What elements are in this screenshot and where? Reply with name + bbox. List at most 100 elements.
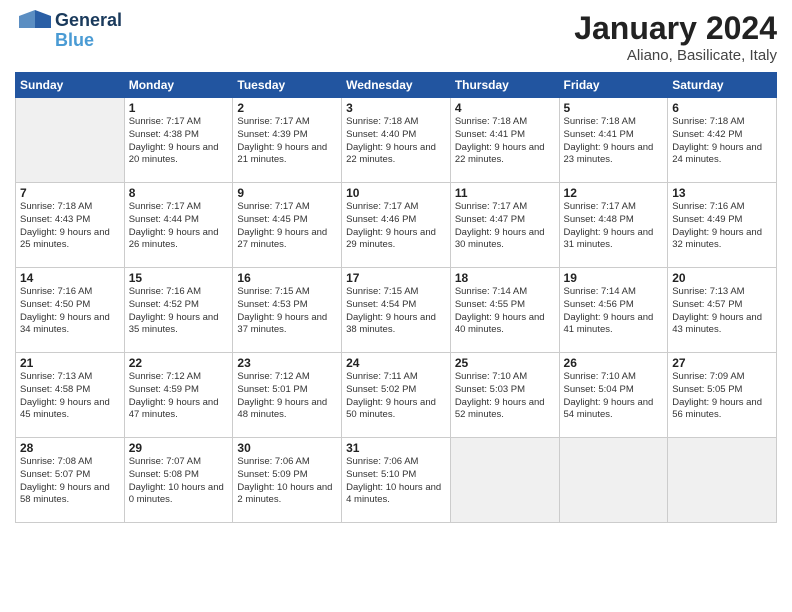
calendar-cell: 7Sunrise: 7:18 AMSunset: 4:43 PMDaylight… <box>16 183 125 268</box>
calendar-week-row: 21Sunrise: 7:13 AMSunset: 4:58 PMDayligh… <box>16 353 777 438</box>
calendar-cell: 12Sunrise: 7:17 AMSunset: 4:48 PMDayligh… <box>559 183 668 268</box>
calendar-cell: 2Sunrise: 7:17 AMSunset: 4:39 PMDaylight… <box>233 98 342 183</box>
calendar-week-row: 28Sunrise: 7:08 AMSunset: 5:07 PMDayligh… <box>16 438 777 523</box>
calendar-cell: 14Sunrise: 7:16 AMSunset: 4:50 PMDayligh… <box>16 268 125 353</box>
day-info: Sunrise: 7:18 AMSunset: 4:41 PMDaylight:… <box>564 116 664 167</box>
day-number: 17 <box>346 271 446 285</box>
calendar-cell: 6Sunrise: 7:18 AMSunset: 4:42 PMDaylight… <box>668 98 777 183</box>
calendar-cell: 31Sunrise: 7:06 AMSunset: 5:10 PMDayligh… <box>342 438 451 523</box>
day-number: 7 <box>20 186 120 200</box>
day-number: 10 <box>346 186 446 200</box>
day-info: Sunrise: 7:17 AMSunset: 4:46 PMDaylight:… <box>346 201 446 252</box>
day-number: 8 <box>129 186 229 200</box>
header: General Blue January 2024 Aliano, Basili… <box>15 10 777 64</box>
day-number: 4 <box>455 101 555 115</box>
day-info: Sunrise: 7:16 AMSunset: 4:49 PMDaylight:… <box>672 201 772 252</box>
col-saturday: Saturday <box>668 73 777 98</box>
day-number: 18 <box>455 271 555 285</box>
day-info: Sunrise: 7:18 AMSunset: 4:42 PMDaylight:… <box>672 116 772 167</box>
calendar-cell: 17Sunrise: 7:15 AMSunset: 4:54 PMDayligh… <box>342 268 451 353</box>
calendar-cell: 22Sunrise: 7:12 AMSunset: 4:59 PMDayligh… <box>124 353 233 438</box>
day-info: Sunrise: 7:09 AMSunset: 5:05 PMDaylight:… <box>672 371 772 422</box>
calendar-cell: 11Sunrise: 7:17 AMSunset: 4:47 PMDayligh… <box>450 183 559 268</box>
col-monday: Monday <box>124 73 233 98</box>
day-number: 25 <box>455 356 555 370</box>
day-number: 27 <box>672 356 772 370</box>
calendar-cell <box>450 438 559 523</box>
day-info: Sunrise: 7:15 AMSunset: 4:54 PMDaylight:… <box>346 286 446 337</box>
calendar-cell: 23Sunrise: 7:12 AMSunset: 5:01 PMDayligh… <box>233 353 342 438</box>
calendar-cell: 21Sunrise: 7:13 AMSunset: 4:58 PMDayligh… <box>16 353 125 438</box>
calendar-cell <box>559 438 668 523</box>
day-info: Sunrise: 7:13 AMSunset: 4:58 PMDaylight:… <box>20 371 120 422</box>
calendar-cell: 16Sunrise: 7:15 AMSunset: 4:53 PMDayligh… <box>233 268 342 353</box>
logo-bird-icon <box>15 10 51 46</box>
day-info: Sunrise: 7:06 AMSunset: 5:10 PMDaylight:… <box>346 456 446 507</box>
calendar-cell: 5Sunrise: 7:18 AMSunset: 4:41 PMDaylight… <box>559 98 668 183</box>
day-number: 20 <box>672 271 772 285</box>
day-number: 12 <box>564 186 664 200</box>
logo-general: General <box>55 11 122 31</box>
day-info: Sunrise: 7:14 AMSunset: 4:56 PMDaylight:… <box>564 286 664 337</box>
day-number: 19 <box>564 271 664 285</box>
day-info: Sunrise: 7:11 AMSunset: 5:02 PMDaylight:… <box>346 371 446 422</box>
calendar-cell: 3Sunrise: 7:18 AMSunset: 4:40 PMDaylight… <box>342 98 451 183</box>
day-number: 24 <box>346 356 446 370</box>
day-info: Sunrise: 7:17 AMSunset: 4:48 PMDaylight:… <box>564 201 664 252</box>
day-info: Sunrise: 7:18 AMSunset: 4:43 PMDaylight:… <box>20 201 120 252</box>
calendar-cell: 1Sunrise: 7:17 AMSunset: 4:38 PMDaylight… <box>124 98 233 183</box>
calendar-cell: 13Sunrise: 7:16 AMSunset: 4:49 PMDayligh… <box>668 183 777 268</box>
logo-blue: Blue <box>55 31 122 51</box>
day-info: Sunrise: 7:17 AMSunset: 4:38 PMDaylight:… <box>129 116 229 167</box>
day-info: Sunrise: 7:18 AMSunset: 4:40 PMDaylight:… <box>346 116 446 167</box>
day-number: 23 <box>237 356 337 370</box>
calendar-week-row: 1Sunrise: 7:17 AMSunset: 4:38 PMDaylight… <box>16 98 777 183</box>
day-info: Sunrise: 7:13 AMSunset: 4:57 PMDaylight:… <box>672 286 772 337</box>
day-number: 22 <box>129 356 229 370</box>
calendar-cell: 10Sunrise: 7:17 AMSunset: 4:46 PMDayligh… <box>342 183 451 268</box>
calendar-cell: 4Sunrise: 7:18 AMSunset: 4:41 PMDaylight… <box>450 98 559 183</box>
day-info: Sunrise: 7:17 AMSunset: 4:47 PMDaylight:… <box>455 201 555 252</box>
col-tuesday: Tuesday <box>233 73 342 98</box>
col-wednesday: Wednesday <box>342 73 451 98</box>
location: Aliano, Basilicate, Italy <box>574 47 777 64</box>
calendar-cell: 25Sunrise: 7:10 AMSunset: 5:03 PMDayligh… <box>450 353 559 438</box>
day-info: Sunrise: 7:12 AMSunset: 5:01 PMDaylight:… <box>237 371 337 422</box>
calendar-cell <box>668 438 777 523</box>
calendar-cell: 18Sunrise: 7:14 AMSunset: 4:55 PMDayligh… <box>450 268 559 353</box>
calendar-cell: 26Sunrise: 7:10 AMSunset: 5:04 PMDayligh… <box>559 353 668 438</box>
month-title: January 2024 <box>574 10 777 47</box>
calendar-cell: 29Sunrise: 7:07 AMSunset: 5:08 PMDayligh… <box>124 438 233 523</box>
day-info: Sunrise: 7:12 AMSunset: 4:59 PMDaylight:… <box>129 371 229 422</box>
calendar-cell: 28Sunrise: 7:08 AMSunset: 5:07 PMDayligh… <box>16 438 125 523</box>
logo: General Blue <box>15 10 122 51</box>
day-number: 13 <box>672 186 772 200</box>
day-number: 2 <box>237 101 337 115</box>
calendar-cell: 24Sunrise: 7:11 AMSunset: 5:02 PMDayligh… <box>342 353 451 438</box>
day-number: 9 <box>237 186 337 200</box>
day-number: 30 <box>237 441 337 455</box>
day-number: 11 <box>455 186 555 200</box>
calendar-table: Sunday Monday Tuesday Wednesday Thursday… <box>15 72 777 523</box>
day-number: 1 <box>129 101 229 115</box>
day-number: 14 <box>20 271 120 285</box>
calendar-cell: 19Sunrise: 7:14 AMSunset: 4:56 PMDayligh… <box>559 268 668 353</box>
day-info: Sunrise: 7:18 AMSunset: 4:41 PMDaylight:… <box>455 116 555 167</box>
calendar-week-row: 7Sunrise: 7:18 AMSunset: 4:43 PMDaylight… <box>16 183 777 268</box>
calendar-cell <box>16 98 125 183</box>
col-friday: Friday <box>559 73 668 98</box>
day-info: Sunrise: 7:17 AMSunset: 4:44 PMDaylight:… <box>129 201 229 252</box>
day-number: 5 <box>564 101 664 115</box>
day-info: Sunrise: 7:10 AMSunset: 5:03 PMDaylight:… <box>455 371 555 422</box>
day-number: 16 <box>237 271 337 285</box>
day-number: 6 <box>672 101 772 115</box>
day-info: Sunrise: 7:16 AMSunset: 4:52 PMDaylight:… <box>129 286 229 337</box>
day-info: Sunrise: 7:10 AMSunset: 5:04 PMDaylight:… <box>564 371 664 422</box>
calendar-cell: 27Sunrise: 7:09 AMSunset: 5:05 PMDayligh… <box>668 353 777 438</box>
day-number: 28 <box>20 441 120 455</box>
day-number: 29 <box>129 441 229 455</box>
day-info: Sunrise: 7:15 AMSunset: 4:53 PMDaylight:… <box>237 286 337 337</box>
col-sunday: Sunday <box>16 73 125 98</box>
header-row: Sunday Monday Tuesday Wednesday Thursday… <box>16 73 777 98</box>
calendar-cell: 20Sunrise: 7:13 AMSunset: 4:57 PMDayligh… <box>668 268 777 353</box>
